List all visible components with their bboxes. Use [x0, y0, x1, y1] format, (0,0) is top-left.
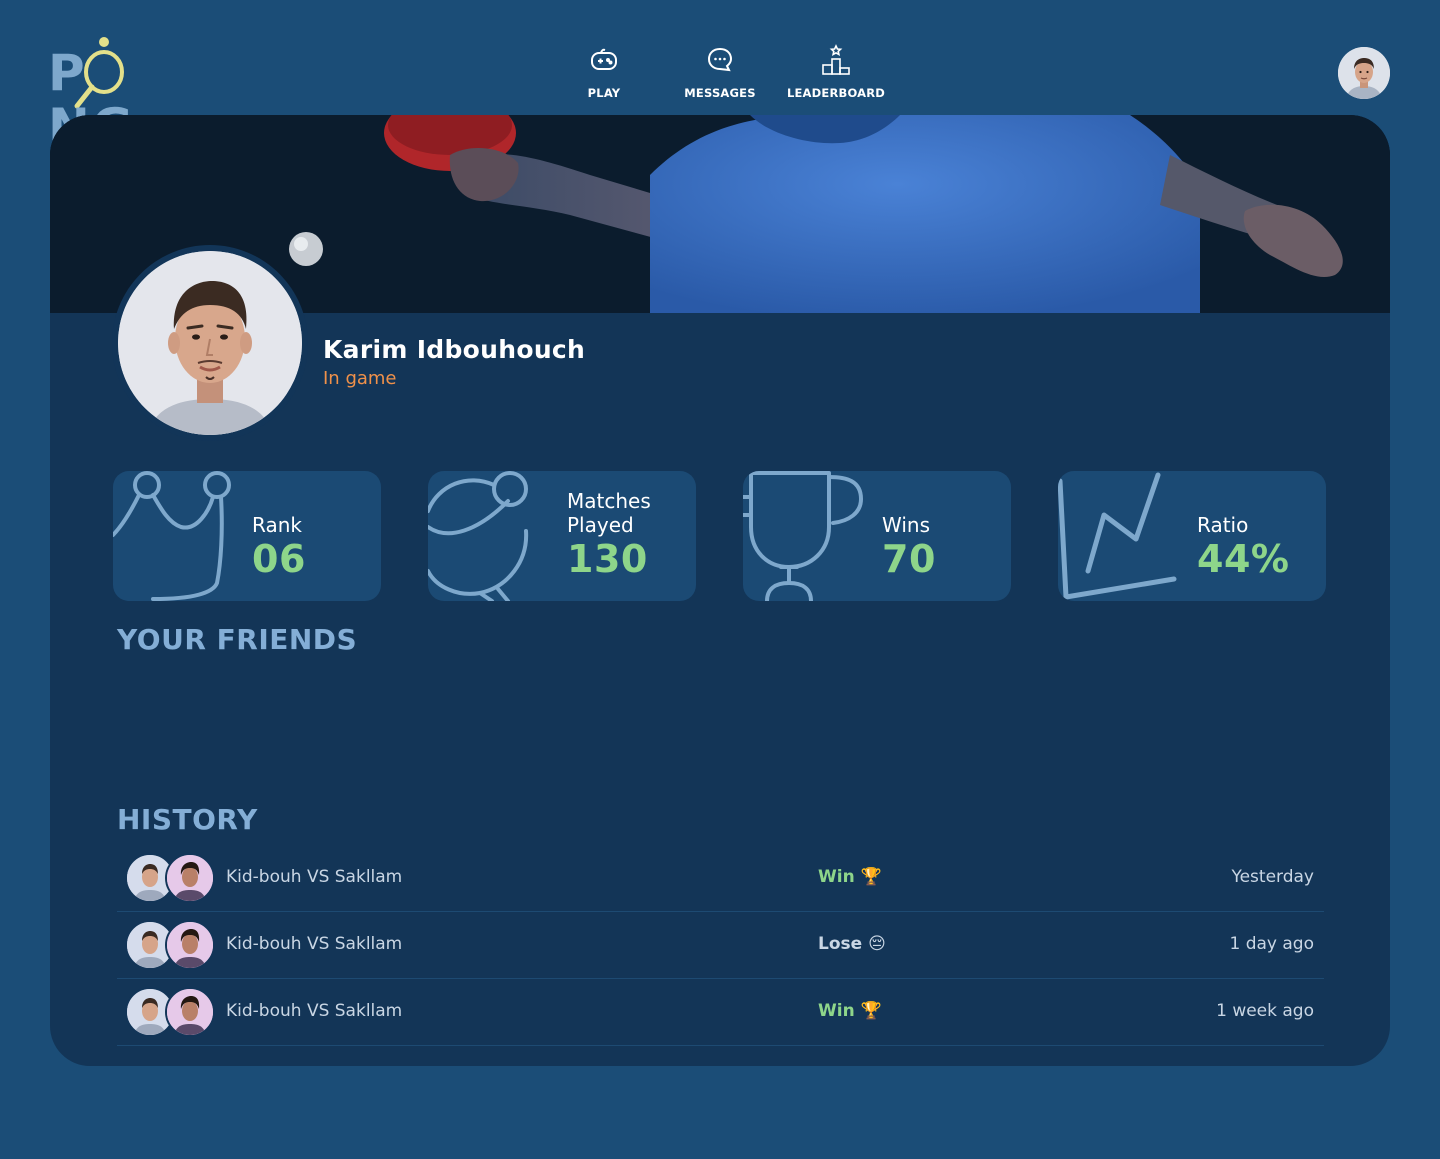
sad-face-emoji-icon: 😔: [868, 934, 886, 954]
pong-logo[interactable]: PNG: [48, 36, 208, 154]
podium-icon: [822, 44, 850, 75]
opponent-portrait-icon: [167, 855, 213, 901]
stat-card-wins: Wins 70: [743, 471, 1011, 601]
history-time: 1 day ago: [1229, 934, 1314, 954]
stat-card-matches-played: Matches Played 130: [428, 471, 696, 601]
opponent-portrait-icon: [167, 989, 213, 1035]
nav-play[interactable]: PLAY: [544, 42, 664, 100]
profile-status: In game: [323, 368, 397, 389]
stat-matches-label-line2: Played: [567, 513, 634, 537]
history-result: Win 🏆: [818, 1001, 882, 1021]
opponent-avatar: [165, 853, 215, 903]
nav-leaderboard-label: LEADERBOARD: [786, 86, 886, 100]
gamepad-icon: [591, 48, 617, 70]
profile-portrait-icon: [118, 251, 302, 435]
nav-play-label: PLAY: [587, 86, 621, 100]
stat-rank-value: 06: [252, 537, 306, 581]
history-row[interactable]: Kid-bouh VS Sakllam Lose 😔 1 day ago: [117, 912, 1324, 979]
user-avatar[interactable]: [1338, 47, 1390, 99]
nav-messages[interactable]: MESSAGES: [660, 42, 780, 100]
nav-messages-label: MESSAGES: [684, 86, 756, 100]
profile-name: Karim Idbouhouch: [323, 335, 586, 364]
opponent-avatar: [165, 987, 215, 1037]
history-result: Lose 😔: [818, 934, 886, 954]
avatar-portrait-icon: [1338, 47, 1390, 99]
history-match-title: Kid-bouh VS Sakllam: [226, 1001, 403, 1021]
stat-matches-label-line1: Matches: [567, 489, 651, 513]
history-section-title: HISTORY: [117, 803, 258, 836]
stat-card-rank: Rank 06: [113, 471, 381, 601]
nav-leaderboard[interactable]: LEADERBOARD: [776, 42, 896, 100]
ping-pong-paddle-icon: [428, 471, 529, 601]
profile-card: Karim Idbouhouch In game Rank 06 Matches…: [50, 115, 1390, 1066]
history-match-title: Kid-bouh VS Sakllam: [226, 867, 403, 887]
stat-matches-value: 130: [567, 537, 648, 581]
history-match-title: Kid-bouh VS Sakllam: [226, 934, 403, 954]
trophy-emoji-icon: 🏆: [860, 1001, 882, 1021]
crown-icon: [113, 471, 231, 601]
trophy-icon: [743, 471, 863, 601]
opponent-portrait-icon: [167, 922, 213, 968]
stat-wins-label: Wins: [882, 513, 930, 537]
history-list: Kid-bouh VS Sakllam Win 🏆 Yesterday Kid-…: [117, 845, 1324, 1046]
stat-ratio-value: 44%: [1197, 537, 1290, 581]
line-chart-icon: [1058, 472, 1177, 600]
opponent-avatar: [165, 920, 215, 970]
history-row[interactable]: Kid-bouh VS Sakllam Win 🏆 1 week ago: [117, 979, 1324, 1046]
stat-wins-value: 70: [882, 537, 936, 581]
friends-section-title: YOUR FRIENDS: [117, 623, 358, 656]
stat-ratio-label: Ratio: [1197, 513, 1249, 537]
stat-rank-label: Rank: [252, 513, 302, 537]
profile-avatar: [112, 245, 308, 441]
chat-bubble-icon: [707, 47, 733, 72]
history-result: Win 🏆: [818, 867, 882, 887]
trophy-emoji-icon: 🏆: [860, 867, 882, 887]
history-time: 1 week ago: [1216, 1001, 1314, 1021]
logo-letter-p: P: [48, 44, 87, 102]
history-row[interactable]: Kid-bouh VS Sakllam Win 🏆 Yesterday: [117, 845, 1324, 912]
stat-card-ratio: Ratio 44%: [1058, 471, 1326, 601]
history-time: Yesterday: [1231, 867, 1314, 887]
